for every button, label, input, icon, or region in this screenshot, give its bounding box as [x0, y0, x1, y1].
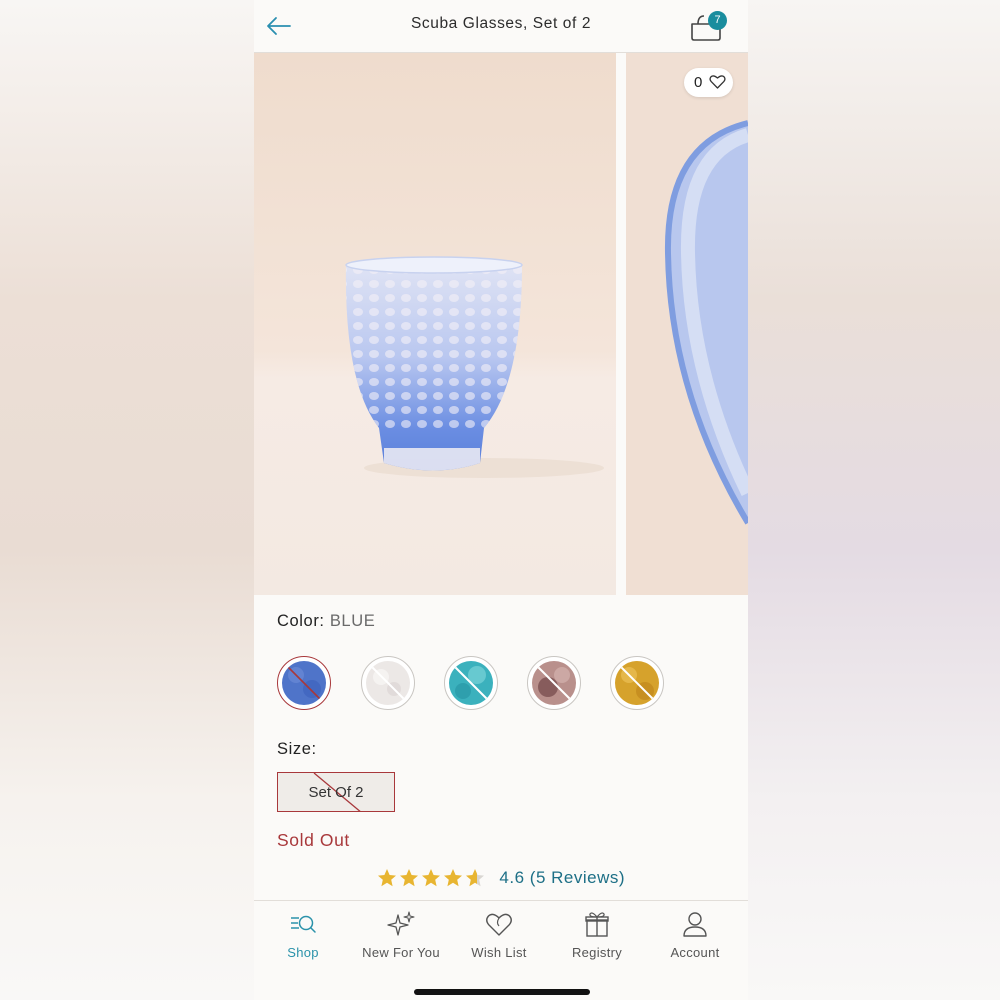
- sold-out-status: Sold Out: [277, 830, 350, 850]
- search-list-icon: [291, 915, 316, 933]
- phone-screen: Scuba Glasses, Set of 2 7 0 Color: BLUE …: [254, 0, 748, 1000]
- tab-label: Registry: [571, 945, 623, 960]
- product-image-carousel[interactable]: 0: [254, 53, 748, 595]
- gift-icon: [585, 912, 609, 937]
- product-image-next[interactable]: [626, 53, 748, 595]
- color-value: BLUE: [329, 612, 376, 630]
- product-image-main[interactable]: [254, 53, 616, 595]
- star-rating-icons: [377, 869, 484, 887]
- rating-summary[interactable]: 4.6 (5 Reviews): [254, 868, 748, 888]
- favorite-count: 0: [694, 74, 703, 91]
- star-icon: [399, 869, 418, 887]
- swatch-white[interactable]: [361, 656, 415, 710]
- size-option-set-of-2[interactable]: Set Of 2: [277, 772, 395, 812]
- page-title: Scuba Glasses, Set of 2: [410, 15, 592, 32]
- heart-outline-icon: [709, 75, 726, 89]
- heart-icon: [486, 913, 512, 936]
- tab-new-for-you[interactable]: New For You: [352, 901, 450, 973]
- swatch-amber[interactable]: [610, 656, 664, 710]
- cart-count-badge: 7: [708, 11, 727, 30]
- user-icon: [683, 912, 707, 937]
- tab-wish-list[interactable]: Wish List: [450, 901, 548, 973]
- tab-label: Shop: [287, 945, 319, 960]
- color-row: Color: BLUE: [277, 612, 375, 631]
- background-blur-right: [748, 0, 1000, 1000]
- background-blur-left: [0, 0, 254, 1000]
- star-partial-icon: [465, 869, 484, 887]
- tab-registry[interactable]: Registry: [548, 901, 646, 973]
- size-option-label: Set Of 2: [308, 784, 364, 801]
- star-icon: [443, 869, 462, 887]
- tab-label: New For You: [362, 945, 440, 960]
- top-bar: Scuba Glasses, Set of 2 7: [254, 0, 748, 53]
- rating-reviews-link[interactable]: 4.6 (5 Reviews): [499, 868, 625, 888]
- bottom-tab-bar: Shop New For You Wish List Registry Acco…: [254, 900, 748, 1000]
- swatch-mauve[interactable]: [527, 656, 581, 710]
- sparkles-icon: [387, 911, 415, 936]
- tab-shop[interactable]: Shop: [254, 901, 352, 973]
- favorite-button[interactable]: 0: [684, 68, 733, 97]
- star-icon: [421, 869, 440, 887]
- swatch-teal[interactable]: [444, 656, 498, 710]
- tab-account[interactable]: Account: [646, 901, 744, 973]
- tab-label: Account: [670, 945, 720, 960]
- swatch-blue[interactable]: [277, 656, 331, 710]
- star-icon: [377, 869, 396, 887]
- size-label: Size:: [277, 740, 317, 758]
- color-label: Color:: [277, 612, 325, 630]
- home-indicator[interactable]: [414, 989, 590, 995]
- tab-label: Wish List: [471, 945, 527, 960]
